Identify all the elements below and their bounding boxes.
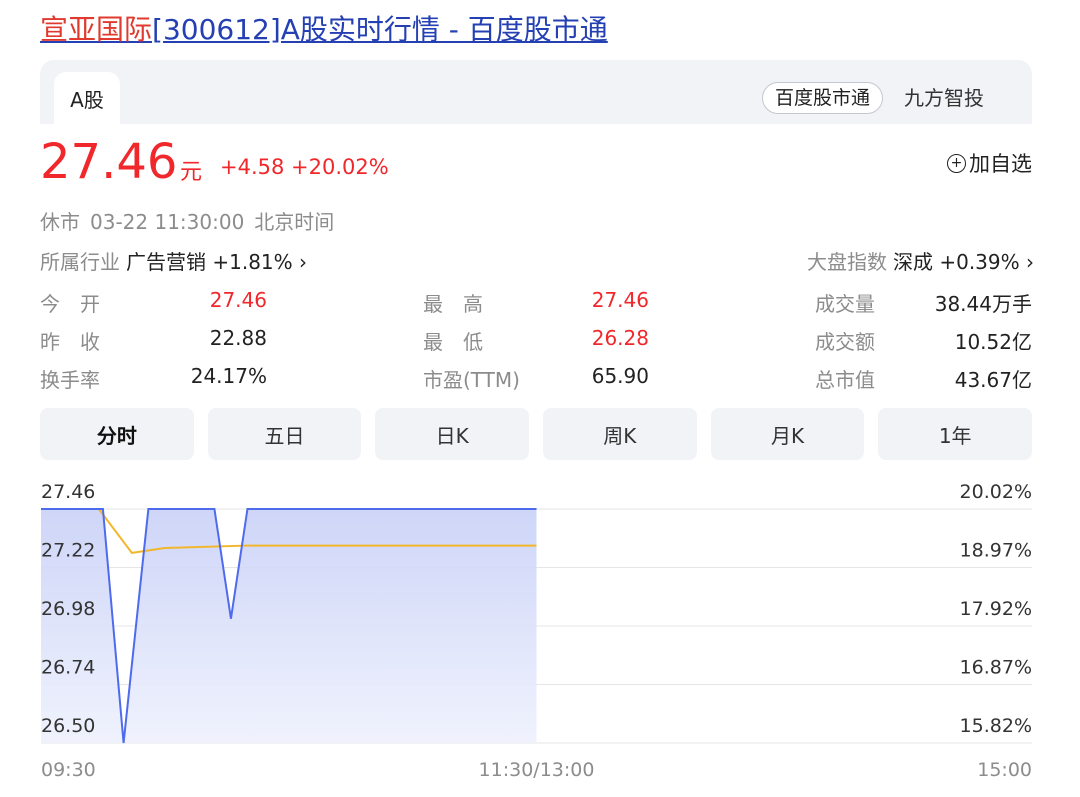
market-status-line: 休市 03-22 11:30:00 北京时间	[40, 206, 344, 235]
stat-value: 27.46	[591, 288, 649, 312]
market-tab-bar: A股 百度股市通 九方智投	[40, 60, 1032, 124]
index-name: 深成	[892, 250, 933, 274]
industry-change: +1.81% ›	[212, 250, 308, 274]
market-status: 休市	[40, 210, 80, 234]
stat-value: 65.90	[591, 364, 649, 388]
timeframe-tab[interactable]: 分时	[40, 408, 194, 460]
page-title-rest: [300612]A股实时行情 - 百度股市通	[152, 13, 608, 46]
stat-label: 最 高	[423, 292, 483, 316]
pct-tick-label: 18.97%	[960, 540, 1032, 562]
add-watchlist-label: 加自选	[969, 152, 1032, 176]
y-tick-label: 27.46	[41, 481, 95, 503]
stock-name: 宣亚国际	[40, 13, 153, 46]
quote-datetime: 03-22 11:30:00	[90, 210, 245, 234]
stat-value: 22.88	[209, 326, 267, 350]
timeframe-tabs: 分时 五日 日K 周K 月K 1年	[40, 408, 1033, 460]
source-jiufang-link[interactable]: 九方智投	[904, 82, 984, 114]
tab-a-share[interactable]: A股	[54, 72, 120, 124]
industry-label: 所属行业	[40, 250, 120, 274]
quote-timezone: 北京时间	[254, 210, 335, 234]
stat-label: 今 开	[40, 292, 100, 316]
market-index-link[interactable]: 大盘指数 深成 +0.39% ›	[807, 246, 1034, 275]
stat-value: 43.67亿	[954, 368, 1032, 392]
timeframe-tab[interactable]: 周K	[543, 408, 697, 460]
price-change: +4.58 +20.02%	[220, 155, 389, 179]
plus-circle-icon: +	[947, 153, 966, 173]
timeframe-tab[interactable]: 日K	[375, 408, 530, 460]
pct-tick-label: 16.87%	[960, 657, 1032, 679]
stat-label: 市盈(TTM)	[423, 368, 520, 392]
y-tick-label: 26.50	[41, 715, 95, 737]
x-tick-label: 11:30/13:00	[479, 759, 595, 781]
industry-link[interactable]: 所属行业 广告营销 +1.81% ›	[40, 246, 307, 275]
index-label: 大盘指数	[806, 250, 887, 274]
intraday-chart: 27.46 27.22 26.98 26.74 26.50 20.02% 18.97% 17.…	[41, 481, 1032, 781]
stat-value: 24.17%	[190, 364, 267, 388]
stat-label: 换手率	[40, 368, 100, 392]
y-tick-label: 26.98	[41, 598, 95, 620]
add-watchlist-button[interactable]: + 加自选	[947, 148, 1032, 178]
stat-value: 38.44万手	[934, 292, 1032, 316]
stat-value: 27.46	[209, 288, 267, 312]
timeframe-tab[interactable]: 月K	[710, 408, 865, 460]
stat-label: 成交量	[815, 292, 875, 316]
pct-tick-label: 20.02%	[960, 481, 1032, 503]
stat-label: 昨 收	[40, 330, 100, 354]
y-tick-label: 26.74	[41, 657, 95, 679]
x-tick-label: 09:30	[41, 759, 96, 781]
stats-grid: 今 开 27.46 最 高 27.46 成交量 38.44万手昨 收 22.88 最 低 26.…	[40, 288, 1032, 402]
stat-label: 总市值	[815, 368, 875, 392]
stat-label: 成交额	[815, 330, 875, 354]
index-change: +0.39% ›	[939, 250, 1034, 274]
stats-row: 换手率 24.17% 市盈(TTM) 65.90 总市值 43.67亿	[40, 364, 1032, 402]
stat-value: 10.52亿	[954, 330, 1032, 354]
source-baidu-pill[interactable]: 百度股市通	[762, 82, 884, 114]
stats-row: 今 开 27.46 最 高 27.46 成交量 38.44万手	[40, 288, 1032, 326]
timeframe-tab[interactable]: 五日	[207, 408, 362, 460]
stat-label: 最 低	[423, 330, 483, 354]
y-tick-label: 27.22	[41, 540, 95, 562]
stats-row: 昨 收 22.88 最 低 26.28 成交额 10.52亿	[40, 326, 1032, 364]
page-title-link[interactable]: 宣亚国际[300612]A股实时行情 - 百度股市通	[40, 10, 608, 50]
stat-value: 26.28	[591, 326, 649, 350]
industry-name: 广告营销	[126, 250, 206, 274]
x-tick-label: 15:00	[977, 759, 1032, 781]
pct-tick-label: 17.92%	[960, 598, 1032, 620]
timeframe-tab[interactable]: 1年	[878, 408, 1033, 460]
pct-tick-label: 15.82%	[960, 715, 1032, 737]
price-unit: 元	[180, 160, 203, 185]
current-price: 27.46	[40, 134, 178, 190]
